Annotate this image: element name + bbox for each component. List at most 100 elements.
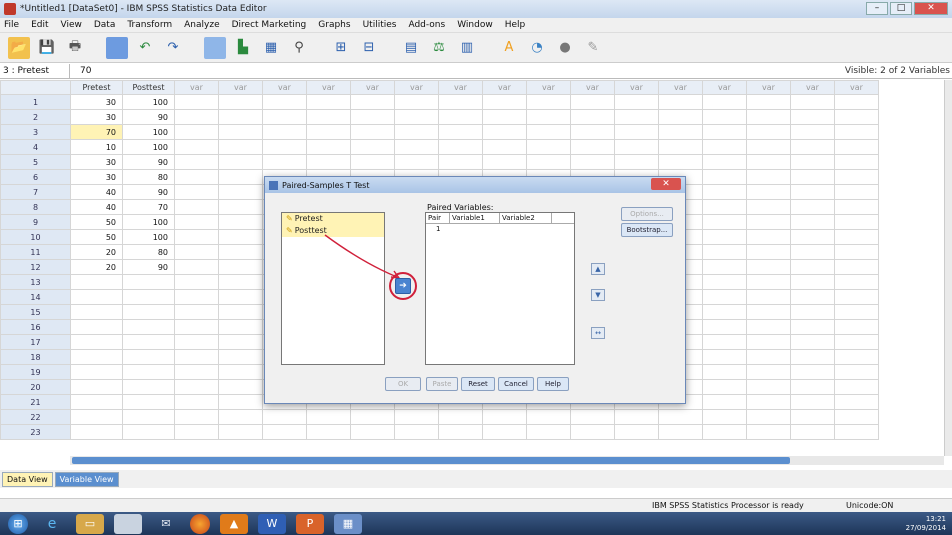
vertical-scrollbar[interactable]	[944, 80, 952, 456]
cell-empty[interactable]	[174, 304, 219, 320]
cell-empty[interactable]	[174, 94, 219, 110]
use-sets-icon[interactable]: ◔	[526, 37, 548, 59]
cell-empty[interactable]	[834, 349, 879, 365]
cell-pretest[interactable]	[70, 424, 123, 440]
cell-pretest[interactable]	[70, 409, 123, 425]
cell-empty[interactable]	[614, 154, 659, 170]
cell-empty[interactable]	[482, 139, 527, 155]
cell-empty[interactable]	[702, 394, 747, 410]
cell-empty[interactable]	[482, 124, 527, 140]
table-row[interactable]: 22	[0, 409, 879, 425]
column-header-var[interactable]: var	[438, 80, 483, 95]
cell-empty[interactable]	[790, 139, 835, 155]
cell-empty[interactable]	[218, 259, 263, 275]
cell-empty[interactable]	[834, 169, 879, 185]
cell-empty[interactable]	[570, 109, 615, 125]
cell-empty[interactable]	[790, 109, 835, 125]
cell-empty[interactable]	[218, 184, 263, 200]
cell-empty[interactable]	[746, 154, 791, 170]
cell-empty[interactable]	[658, 124, 703, 140]
cell-empty[interactable]	[218, 409, 263, 425]
column-header-var[interactable]: var	[350, 80, 395, 95]
cell-empty[interactable]	[438, 424, 483, 440]
menu-add-ons[interactable]: Add-ons	[408, 20, 445, 30]
cell-empty[interactable]	[218, 379, 263, 395]
cell-empty[interactable]	[702, 379, 747, 395]
cell-empty[interactable]	[746, 424, 791, 440]
variables-icon[interactable]: ▦	[260, 37, 282, 59]
menu-direct-marketing[interactable]: Direct Marketing	[232, 20, 307, 30]
cell-empty[interactable]	[702, 184, 747, 200]
cell-empty[interactable]	[306, 424, 351, 440]
cell-empty[interactable]	[218, 334, 263, 350]
cancel-button[interactable]: Cancel	[498, 377, 534, 391]
cell-empty[interactable]	[218, 214, 263, 230]
cell-posttest[interactable]	[122, 364, 175, 380]
cell-pretest[interactable]: 30	[70, 109, 123, 125]
cell-empty[interactable]	[350, 409, 395, 425]
cell-empty[interactable]	[746, 289, 791, 305]
scrollbar-thumb[interactable]	[72, 457, 790, 464]
cell-empty[interactable]	[834, 154, 879, 170]
cell-empty[interactable]	[746, 304, 791, 320]
column-header-var[interactable]: var	[570, 80, 615, 95]
table-row[interactable]: 5 30 90	[0, 154, 879, 170]
column-header-var[interactable]: var	[746, 80, 791, 95]
print-icon[interactable]: 🖶	[64, 37, 86, 59]
cell-posttest[interactable]: 100	[122, 229, 175, 245]
cell-empty[interactable]	[174, 394, 219, 410]
split-file-icon[interactable]: ▤	[400, 37, 422, 59]
menu-data[interactable]: Data	[94, 20, 116, 30]
cell-empty[interactable]	[570, 424, 615, 440]
variable-pretest[interactable]: ✎ Pretest	[282, 213, 384, 225]
cell-empty[interactable]	[218, 364, 263, 380]
cell-empty[interactable]	[790, 214, 835, 230]
cell-empty[interactable]	[790, 274, 835, 290]
menu-file[interactable]: File	[4, 20, 19, 30]
cell-empty[interactable]	[218, 424, 263, 440]
row-header[interactable]: 7	[0, 184, 71, 200]
cell-empty[interactable]	[790, 349, 835, 365]
column-header-var[interactable]: var	[834, 80, 879, 95]
cell-empty[interactable]	[218, 229, 263, 245]
cell-empty[interactable]	[438, 124, 483, 140]
cell-empty[interactable]	[218, 289, 263, 305]
cell-empty[interactable]	[834, 199, 879, 215]
row-header[interactable]: 16	[0, 319, 71, 335]
cell-pretest[interactable]: 50	[70, 214, 123, 230]
table-row[interactable]: 1 30 100	[0, 94, 879, 110]
cell-pretest[interactable]	[70, 289, 123, 305]
paste-button[interactable]: Paste	[426, 377, 458, 391]
cell-empty[interactable]	[394, 154, 439, 170]
cell-empty[interactable]	[702, 259, 747, 275]
cell-empty[interactable]	[570, 409, 615, 425]
cell-empty[interactable]	[790, 259, 835, 275]
cell-empty[interactable]	[262, 424, 307, 440]
cell-empty[interactable]	[174, 124, 219, 140]
cell-posttest[interactable]: 90	[122, 109, 175, 125]
cell-posttest[interactable]: 90	[122, 259, 175, 275]
show-all-variables-icon[interactable]: ●	[554, 37, 576, 59]
cell-empty[interactable]	[262, 94, 307, 110]
select-cases-icon[interactable]: ▥	[456, 37, 478, 59]
undo-icon[interactable]: ↶	[134, 37, 156, 59]
menu-window[interactable]: Window	[457, 20, 493, 30]
cell-empty[interactable]	[394, 139, 439, 155]
maximize-button[interactable]: □	[890, 2, 912, 15]
save-icon[interactable]: 💾	[36, 37, 58, 59]
cell-empty[interactable]	[350, 139, 395, 155]
row-header[interactable]: 5	[0, 154, 71, 170]
cell-posttest[interactable]	[122, 289, 175, 305]
cell-empty[interactable]	[834, 424, 879, 440]
weight-cases-icon[interactable]: ⚖	[428, 37, 450, 59]
cell-pretest[interactable]: 40	[70, 199, 123, 215]
cell-empty[interactable]	[174, 379, 219, 395]
cell-pretest[interactable]: 30	[70, 154, 123, 170]
cell-posttest[interactable]	[122, 304, 175, 320]
cell-pretest[interactable]: 70	[70, 124, 123, 140]
column-header-var[interactable]: var	[702, 80, 747, 95]
horizontal-scrollbar[interactable]	[70, 456, 944, 465]
cell-empty[interactable]	[570, 94, 615, 110]
cell-empty[interactable]	[218, 94, 263, 110]
cell-posttest[interactable]: 80	[122, 169, 175, 185]
